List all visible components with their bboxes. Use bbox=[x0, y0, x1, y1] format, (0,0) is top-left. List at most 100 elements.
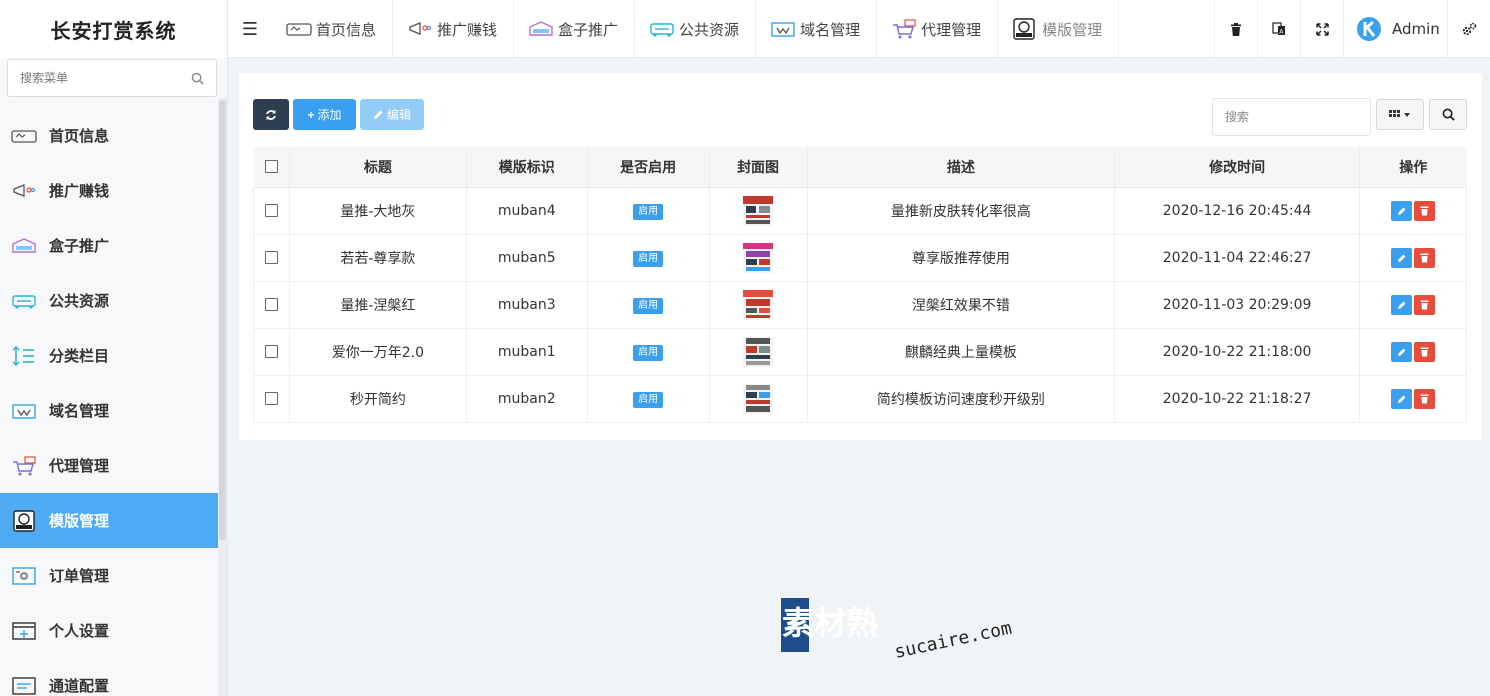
pencil-icon bbox=[1398, 301, 1406, 309]
tab-promote[interactable]: 推广赚钱 bbox=[393, 0, 515, 58]
grid-icon bbox=[1389, 109, 1410, 117]
tab-label: 代理管理 bbox=[921, 20, 982, 39]
translate-icon[interactable]: A bbox=[1257, 0, 1300, 58]
box-icon bbox=[10, 235, 38, 257]
watermark-logo: 素材熟 sucaire.com bbox=[781, 598, 1014, 663]
watermark-brand: 素材熟 bbox=[782, 604, 878, 642]
status-badge[interactable]: 启用 bbox=[633, 344, 664, 361]
col-desc[interactable]: 描述 bbox=[807, 147, 1116, 188]
category-icon bbox=[10, 345, 38, 367]
row-edit-button[interactable] bbox=[1391, 247, 1412, 268]
sidebar-item-category[interactable]: 分类栏目 bbox=[0, 328, 218, 383]
html-template-icon bbox=[10, 509, 38, 532]
tab-box[interactable]: 盒子推广 bbox=[514, 0, 636, 58]
col-title[interactable]: 标题 bbox=[289, 147, 467, 188]
row-checkbox[interactable] bbox=[264, 392, 278, 405]
cell-desc: 麒麟经典上量模板 bbox=[806, 327, 1116, 376]
sidebar-scrollbar[interactable] bbox=[219, 100, 226, 540]
status-badge[interactable]: 启用 bbox=[633, 250, 664, 267]
fullscreen-icon[interactable] bbox=[1300, 0, 1343, 58]
sidebar: 长安打赏系统 首页信息 推广赚钱 盒子推广 公共资源 分类栏目 域名管理 bbox=[0, 0, 228, 696]
tab-label: 首页信息 bbox=[316, 20, 377, 39]
sidebar-item-promote[interactable]: 推广赚钱 bbox=[0, 163, 218, 218]
sidebar-item-channel[interactable]: 通道配置 bbox=[0, 658, 218, 696]
menu-search-input[interactable] bbox=[20, 71, 191, 85]
table-header-row: 标题 模版标识 是否启用 封面图 描述 修改时间 操作 bbox=[253, 147, 1467, 188]
row-edit-button[interactable] bbox=[1391, 200, 1412, 221]
sidebar-item-profile[interactable]: 个人设置 bbox=[0, 603, 218, 658]
search-icon[interactable] bbox=[191, 72, 204, 85]
cell-title: 秒开简约 bbox=[288, 374, 467, 423]
edit-button[interactable]: 编辑 bbox=[360, 99, 424, 130]
sidebar-item-resource[interactable]: 公共资源 bbox=[0, 273, 218, 328]
cell-title: 爱你一万年2.0 bbox=[288, 327, 467, 376]
cover-thumbnail[interactable] bbox=[743, 289, 774, 320]
row-checkbox[interactable] bbox=[264, 204, 278, 217]
sidebar-item-label: 首页信息 bbox=[49, 127, 110, 145]
columns-toggle-button[interactable] bbox=[1376, 99, 1424, 130]
sidebar-item-template[interactable]: 模版管理 bbox=[0, 493, 227, 548]
gears-icon[interactable] bbox=[1447, 0, 1490, 58]
tab-template[interactable]: 模版管理 bbox=[998, 0, 1120, 58]
menu-toggle-icon[interactable]: ☰ bbox=[228, 0, 272, 58]
sidebar-item-agent[interactable]: 代理管理 bbox=[0, 438, 218, 493]
sidebar-item-label: 代理管理 bbox=[49, 457, 110, 475]
row-checkbox[interactable] bbox=[264, 298, 278, 311]
order-icon bbox=[10, 565, 38, 587]
cell-key: muban4 bbox=[465, 186, 588, 235]
home-card-icon bbox=[286, 18, 314, 40]
sidebar-item-label: 推广赚钱 bbox=[49, 182, 110, 200]
settings-window-icon bbox=[10, 620, 38, 642]
tab-label: 域名管理 bbox=[800, 20, 861, 39]
sidebar-item-box[interactable]: 盒子推广 bbox=[0, 218, 218, 273]
tab-home[interactable]: 首页信息 bbox=[272, 0, 394, 58]
status-badge[interactable]: 启用 bbox=[633, 391, 664, 408]
col-enabled[interactable]: 是否启用 bbox=[587, 147, 710, 188]
megaphone-icon bbox=[407, 18, 435, 40]
row-delete-button[interactable] bbox=[1414, 200, 1435, 221]
add-button[interactable]: + 添加 bbox=[293, 99, 356, 130]
tab-resource[interactable]: 公共资源 bbox=[635, 0, 757, 58]
cell-title: 量推-涅槃红 bbox=[288, 280, 467, 329]
row-checkbox[interactable] bbox=[264, 345, 278, 358]
trash-icon[interactable] bbox=[1214, 0, 1257, 58]
col-time[interactable]: 修改时间 bbox=[1114, 147, 1361, 188]
row-delete-button[interactable] bbox=[1414, 341, 1435, 362]
cover-thumbnail[interactable] bbox=[743, 195, 774, 226]
trash-icon bbox=[1420, 347, 1429, 356]
cover-thumbnail[interactable] bbox=[743, 242, 774, 273]
sidebar-item-order[interactable]: 订单管理 bbox=[0, 548, 218, 603]
table-search-input[interactable] bbox=[1212, 98, 1371, 136]
search-button[interactable] bbox=[1429, 99, 1467, 130]
watermark-domain: sucaire.com bbox=[893, 618, 1014, 663]
tab-agent[interactable]: 代理管理 bbox=[877, 0, 999, 58]
row-checkbox[interactable] bbox=[264, 251, 278, 264]
select-all-checkbox[interactable] bbox=[264, 160, 278, 174]
row-edit-button[interactable] bbox=[1391, 388, 1412, 409]
trash-icon bbox=[1420, 206, 1429, 215]
sidebar-item-label: 公共资源 bbox=[49, 292, 110, 310]
tab-label: 推广赚钱 bbox=[437, 20, 498, 39]
col-cover[interactable]: 封面图 bbox=[709, 147, 808, 188]
refresh-button[interactable] bbox=[253, 99, 289, 130]
user-menu[interactable]: Admin bbox=[1343, 0, 1447, 58]
row-delete-button[interactable] bbox=[1414, 294, 1435, 315]
app-logo-title: 长安打赏系统 bbox=[0, 0, 227, 58]
row-delete-button[interactable] bbox=[1414, 388, 1435, 409]
tab-label: 模版管理 bbox=[1042, 20, 1103, 39]
sidebar-item-domain[interactable]: 域名管理 bbox=[0, 383, 218, 438]
menu-search-box bbox=[7, 59, 217, 97]
cell-desc: 量推新皮肤转化率很高 bbox=[806, 186, 1116, 235]
cover-thumbnail[interactable] bbox=[743, 336, 774, 367]
col-key[interactable]: 模版标识 bbox=[466, 147, 588, 188]
row-edit-button[interactable] bbox=[1391, 341, 1412, 362]
row-delete-button[interactable] bbox=[1414, 247, 1435, 268]
tab-domain[interactable]: 域名管理 bbox=[756, 0, 878, 58]
cover-thumbnail[interactable] bbox=[743, 383, 774, 414]
resource-icon bbox=[649, 18, 677, 40]
status-badge[interactable]: 启用 bbox=[633, 297, 664, 314]
sidebar-item-home[interactable]: 首页信息 bbox=[0, 108, 218, 163]
row-edit-button[interactable] bbox=[1391, 294, 1412, 315]
status-badge[interactable]: 启用 bbox=[633, 203, 664, 220]
channel-icon bbox=[10, 675, 38, 696]
